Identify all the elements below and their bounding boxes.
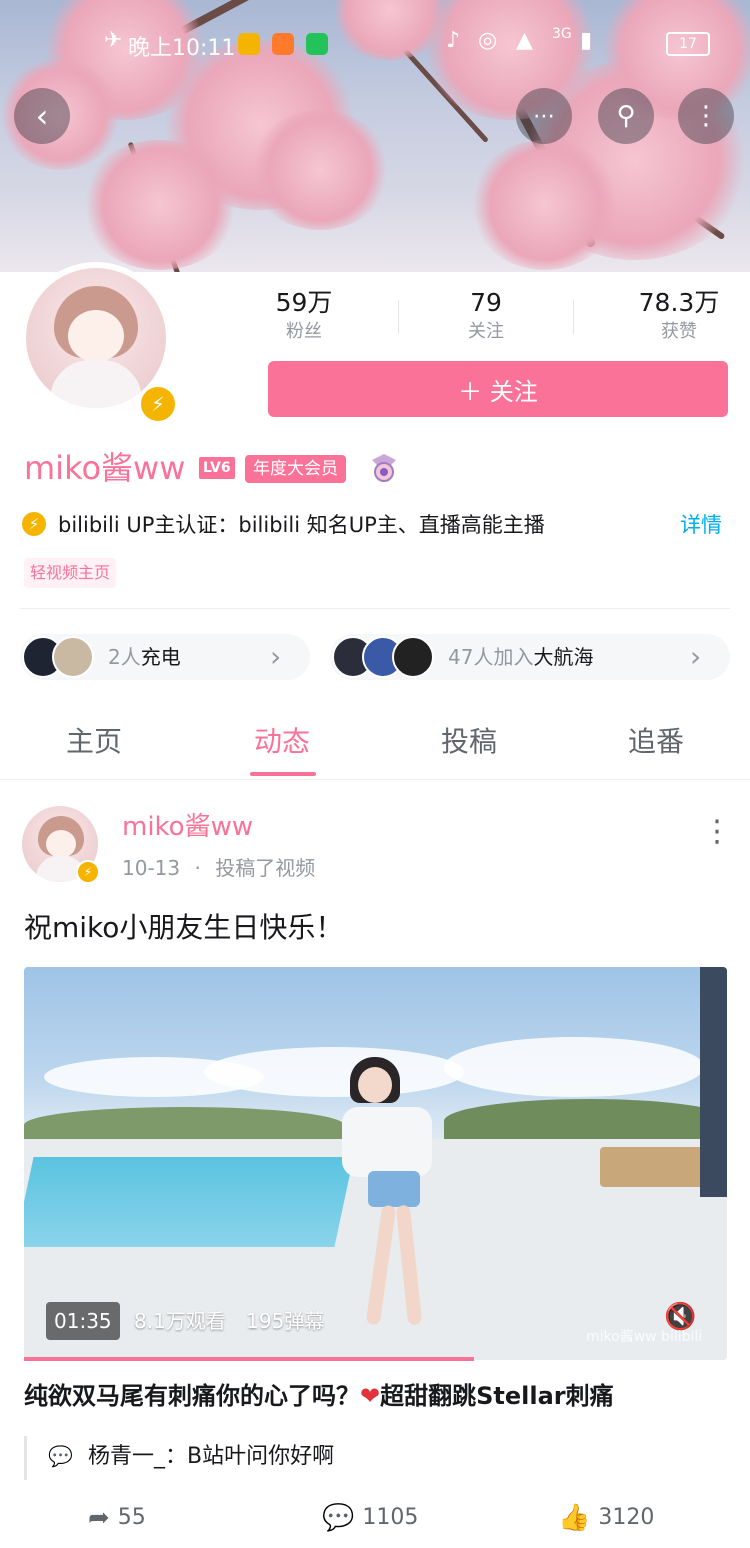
- back-arrow-icon: ‹: [35, 97, 49, 135]
- message-button[interactable]: ⋯: [516, 88, 572, 144]
- notification-app-icon: [272, 33, 294, 55]
- detail-link[interactable]: 详情: [680, 510, 722, 540]
- stat-following[interactable]: 79 关注: [411, 286, 561, 344]
- video-duration: 01:35: [46, 1302, 120, 1340]
- stat-value: 59万: [275, 288, 333, 317]
- charge-label: 充电: [140, 645, 181, 669]
- guard-text: 47人加入大航海: [448, 644, 593, 670]
- alarm-icon: ◎: [478, 28, 498, 53]
- divider: [398, 300, 399, 334]
- tab-bangumi[interactable]: 追番: [562, 720, 750, 764]
- light-video-tag[interactable]: 轻视频主页: [24, 558, 117, 588]
- tab-indicator: [250, 772, 316, 776]
- video-thumbnail[interactable]: [24, 967, 727, 1360]
- more-icon: ⋮: [693, 101, 719, 131]
- avatar[interactable]: ⚡: [20, 262, 178, 424]
- divider: [573, 300, 574, 334]
- guard-avatar: [392, 636, 434, 678]
- tab-uploads[interactable]: 投稿: [375, 720, 563, 764]
- charge-text: 2人充电: [108, 644, 181, 670]
- charge-count: 2人: [108, 645, 141, 669]
- video-views: 8.1万观看: [134, 1309, 226, 1333]
- mute-bell-icon: ♪: [446, 28, 461, 53]
- dot-separator: ·: [194, 856, 201, 880]
- cell-signal-icon: ▮: [580, 28, 593, 53]
- post-text: 祝miko小朋友生日快乐！: [24, 911, 344, 944]
- charger-avatar: [52, 636, 94, 678]
- share-count: 55: [117, 1505, 146, 1530]
- more-button[interactable]: ⋮: [678, 88, 734, 144]
- post-action: 投稿了视频: [215, 856, 316, 880]
- fan-medal-icon[interactable]: [368, 452, 400, 484]
- username: miko酱ww: [24, 449, 186, 487]
- comment-icon: 💬: [322, 1503, 355, 1533]
- certification-icon: ⚡: [22, 512, 46, 536]
- guard-label: 大航海: [533, 645, 594, 669]
- signal-icon: ✈: [104, 28, 123, 53]
- guard-entry[interactable]: 47人加入大航海 ›: [330, 634, 730, 680]
- notification-app-icon: [238, 33, 260, 55]
- status-time: 晚上10:11: [128, 36, 236, 61]
- back-button[interactable]: ‹: [14, 88, 70, 144]
- stat-label: 粉丝: [286, 321, 322, 342]
- like-count: 3120: [598, 1505, 655, 1530]
- network-type: 3G: [552, 26, 572, 42]
- video-watermark: miko酱ww bilibili: [586, 1329, 703, 1345]
- stat-label: 关注: [468, 321, 504, 342]
- video-title-part: 超甜翻跳Stellar刺痛: [380, 1382, 614, 1410]
- verified-badge-icon: ⚡: [76, 860, 100, 884]
- certification-text: bilibili UP主认证：bilibili 知名UP主、直播高能主播: [58, 513, 545, 537]
- battery-icon: 17: [666, 32, 710, 56]
- comment-button[interactable]: 💬 1105: [322, 1500, 418, 1536]
- charge-entry[interactable]: 2人充电 ›: [20, 634, 310, 680]
- tab-home[interactable]: 主页: [0, 720, 188, 764]
- status-bar: ✈ 晚上10:11 ♪ ◎ ▲ 3G ▮ 17: [0, 20, 750, 64]
- like-button[interactable]: 👍 3120: [558, 1500, 654, 1536]
- search-icon: ⚲: [616, 101, 636, 131]
- post-more-icon[interactable]: ⋮: [702, 814, 732, 850]
- top-comment[interactable]: 杨青一_：B站叶问你好啊: [88, 1440, 334, 1474]
- video-title[interactable]: 纯欲双马尾有刺痛你的心了吗？❤超甜翻跳Stellar刺痛: [24, 1378, 614, 1414]
- stat-fans[interactable]: 59万 粉丝: [229, 286, 379, 344]
- follow-button[interactable]: ＋ 关注: [268, 361, 728, 417]
- stat-likes[interactable]: 78.3万 获赞: [604, 286, 750, 344]
- comment-bubble-icon: 💬: [48, 1444, 73, 1468]
- post-author-name[interactable]: miko酱ww: [122, 808, 253, 846]
- search-button[interactable]: ⚲: [598, 88, 654, 144]
- top-comment-bar: [24, 1436, 27, 1480]
- stat-value: 78.3万: [638, 288, 720, 317]
- video-progress: [24, 1357, 474, 1361]
- stat-value: 79: [470, 288, 502, 317]
- divider: [20, 608, 730, 609]
- share-icon: ➦: [88, 1503, 110, 1533]
- wifi-icon: ▲: [516, 28, 533, 53]
- level-badge: LV6: [199, 457, 235, 479]
- verified-badge-icon: ⚡: [138, 384, 178, 424]
- chevron-right-icon: ›: [270, 640, 282, 673]
- comment-count: 1105: [362, 1505, 419, 1530]
- video-danmaku: 195弹幕: [246, 1309, 325, 1333]
- vip-badge[interactable]: 年度大会员: [245, 455, 346, 483]
- chat-icon: ⋯: [533, 103, 555, 129]
- chevron-right-icon: ›: [690, 640, 702, 673]
- video-stats: 8.1万观看 195弹幕: [134, 1304, 324, 1338]
- post-date: 10-13: [122, 856, 181, 880]
- divider: [0, 779, 750, 780]
- battery-level: 17: [679, 36, 697, 52]
- guard-count: 47人加入: [448, 645, 534, 669]
- video-title-part: 纯欲双马尾有刺痛你的心了吗？: [24, 1382, 360, 1410]
- stat-label: 获赞: [661, 321, 697, 342]
- tab-dynamics[interactable]: 动态: [188, 720, 376, 764]
- wechat-icon: [306, 33, 328, 55]
- comment-user: 杨青一_: [88, 1444, 166, 1469]
- share-button[interactable]: ➦ 55: [88, 1500, 146, 1536]
- thumbs-up-icon: 👍: [558, 1503, 591, 1533]
- heart-icon: ❤: [360, 1382, 381, 1410]
- comment-text: ：B站叶问你好啊: [165, 1444, 335, 1469]
- post-meta: 10-13 · 投稿了视频: [122, 854, 315, 882]
